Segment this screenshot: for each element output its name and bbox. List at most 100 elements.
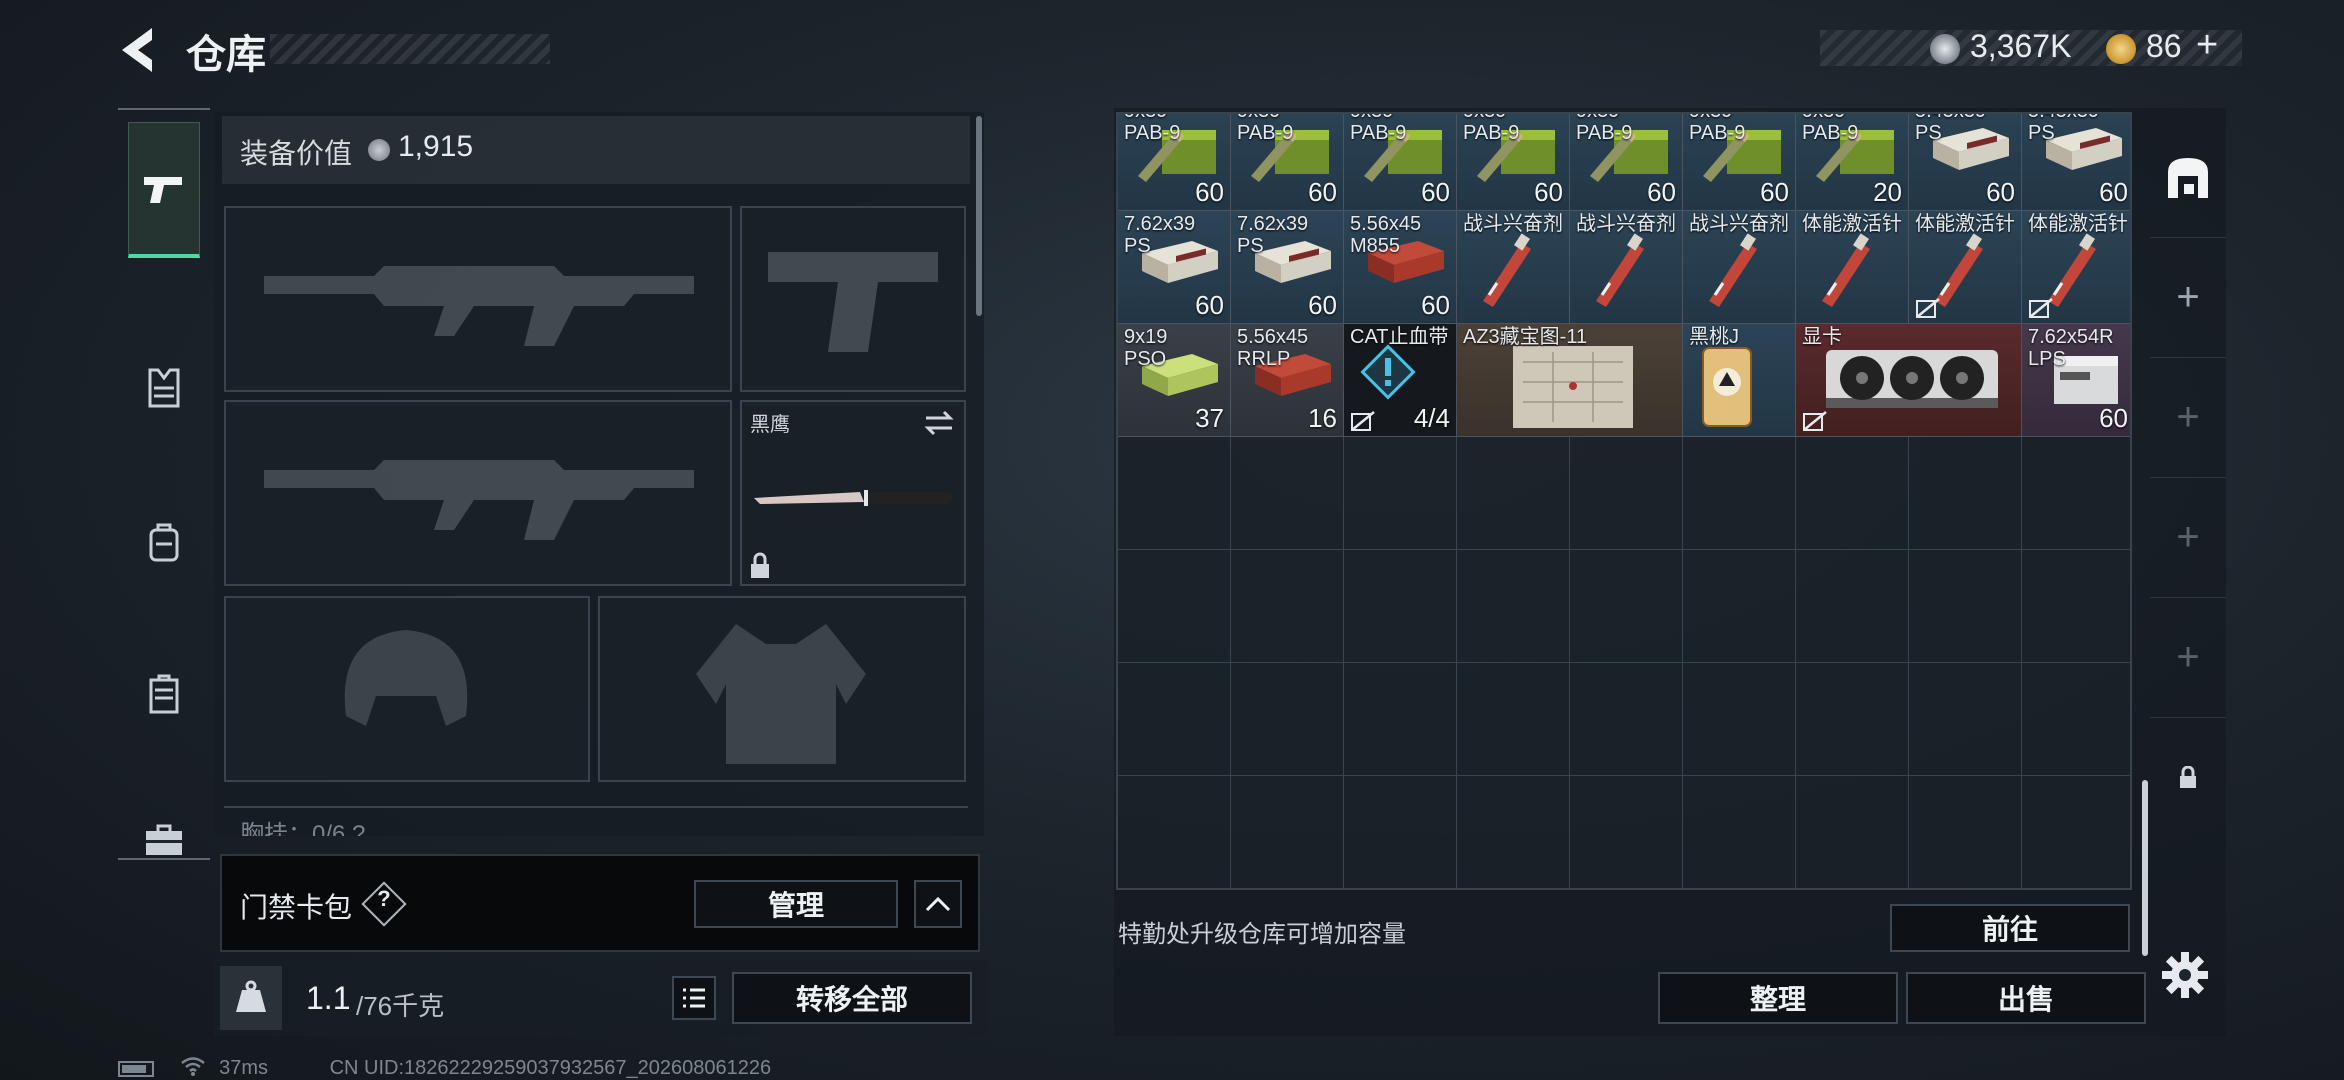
item-name: 战斗兴奋剂 (1689, 213, 1789, 235)
grid-cell[interactable] (1457, 663, 1570, 776)
storage-item[interactable]: 7.62x39 PS 60 (1118, 211, 1231, 324)
grid-cell[interactable] (1796, 776, 1909, 888)
grid-cell[interactable] (1570, 663, 1683, 776)
storage-item[interactable]: 9x39 PAB-9 60 (1344, 114, 1457, 211)
grid-cell[interactable] (1683, 663, 1796, 776)
sell-button[interactable]: 出售 (1906, 972, 2146, 1024)
equipment-scrollbar[interactable] (976, 116, 982, 316)
grid-cell[interactable] (2022, 663, 2130, 776)
secondary-weapon-slot[interactable] (224, 400, 732, 586)
transfer-all-button[interactable]: 转移全部 (732, 972, 972, 1024)
grid-cell[interactable] (1118, 437, 1231, 550)
storage-scrollbar[interactable] (2142, 780, 2148, 956)
manage-button[interactable]: 管理 (694, 880, 898, 928)
backpack-tab[interactable] (118, 482, 210, 602)
storage-item[interactable]: 5.45x39 PS 60 (2022, 114, 2130, 211)
grid-cell[interactable] (1344, 550, 1457, 663)
storage-item[interactable]: 体能激活针 (2022, 211, 2130, 324)
storage-item[interactable]: CAT止血带 4/4 (1344, 324, 1457, 437)
grid-cell[interactable] (1231, 776, 1344, 888)
storage-item[interactable]: 5.45x39 PS 60 (1909, 114, 2022, 211)
uninsured-icon (1915, 297, 1941, 319)
grid-cell[interactable] (1796, 437, 1909, 550)
armor-tab[interactable] (118, 328, 210, 448)
grid-cell[interactable] (1231, 663, 1344, 776)
storage-item[interactable]: 9x39 PAB-9 20 (1796, 114, 1909, 211)
grid-cell[interactable] (1796, 663, 1909, 776)
add-currency-button[interactable]: + (2196, 24, 2218, 67)
warehouse-page-tab[interactable] (2150, 118, 2226, 238)
grid-cell[interactable] (1909, 663, 2022, 776)
add-page-button[interactable]: + (2150, 358, 2226, 478)
sort-button[interactable]: 整理 (1658, 972, 1898, 1024)
grid-cell[interactable] (1118, 663, 1231, 776)
storage-item[interactable]: 显卡 (1796, 324, 2022, 437)
storage-item[interactable]: 9x39 PAB-9 60 (1570, 114, 1683, 211)
pistol-slot[interactable] (740, 206, 966, 392)
toolbox-tab[interactable] (118, 780, 210, 900)
grid-cell[interactable] (1231, 550, 1344, 663)
collapse-button[interactable] (914, 880, 962, 928)
storage-item[interactable]: 战斗兴奋剂 (1683, 211, 1796, 324)
grid-cell[interactable] (1457, 550, 1570, 663)
grid-cell[interactable] (1570, 550, 1683, 663)
back-arrow-icon[interactable] (112, 22, 168, 78)
storage-item[interactable]: 黑桃J (1683, 324, 1796, 437)
grid-cell[interactable] (1796, 550, 1909, 663)
grid-cell[interactable] (1683, 550, 1796, 663)
armor-slot[interactable] (598, 596, 966, 782)
swap-icon[interactable] (922, 408, 956, 438)
container-tab[interactable] (118, 634, 210, 754)
grid-cell[interactable] (2022, 776, 2130, 888)
storage-item[interactable]: 9x39 PAB-9 60 (1118, 114, 1231, 211)
storage-item[interactable]: 战斗兴奋剂 (1457, 211, 1570, 324)
storage-grid[interactable]: 9x39 PAB-9609x39 PAB-9609x39 PAB-9609x39… (1116, 112, 2132, 890)
locked-page-tab[interactable] (2150, 718, 2226, 838)
grid-cell[interactable] (1570, 776, 1683, 888)
melee-slot[interactable]: 黑鹰 (740, 400, 966, 586)
grid-cell[interactable] (1457, 437, 1570, 550)
goto-button[interactable]: 前往 (1890, 904, 2130, 952)
grid-cell[interactable] (2022, 437, 2130, 550)
chest-rig-hint: 胸挂：0/6 ? (224, 806, 968, 836)
grid-cell[interactable] (1909, 550, 2022, 663)
storage-item[interactable]: 体能激活针 (1909, 211, 2022, 324)
storage-item[interactable]: 5.56x45 RRLP 16 (1231, 324, 1344, 437)
gear-icon[interactable] (2160, 950, 2210, 1000)
item-name: 战斗兴奋剂 (1576, 213, 1676, 235)
storage-item[interactable]: 7.62x39 PS 60 (1231, 211, 1344, 324)
add-page-button[interactable]: + (2150, 598, 2226, 718)
grid-cell[interactable] (1344, 437, 1457, 550)
weapons-tab[interactable] (128, 122, 200, 258)
storage-item[interactable]: 9x39 PAB-9 60 (1457, 114, 1570, 211)
list-view-button[interactable] (672, 976, 716, 1020)
uninsured-icon (2028, 297, 2054, 319)
grid-cell[interactable] (1344, 663, 1457, 776)
storage-item[interactable]: 7.62x54R LPS 60 (2022, 324, 2130, 437)
grid-cell[interactable] (1344, 776, 1457, 888)
item-count: 60 (1421, 177, 1450, 207)
grid-cell[interactable] (1118, 776, 1231, 888)
helmet-slot[interactable] (224, 596, 590, 782)
grid-cell[interactable] (1683, 776, 1796, 888)
storage-item[interactable]: 战斗兴奋剂 (1570, 211, 1683, 324)
grid-cell[interactable] (1118, 550, 1231, 663)
storage-item[interactable]: AZ3藏宝图-11 (1457, 324, 1683, 437)
primary-weapon-slot[interactable] (224, 206, 732, 392)
grid-cell[interactable] (2022, 550, 2130, 663)
storage-item[interactable]: 9x39 PAB-9 60 (1683, 114, 1796, 211)
storage-item[interactable]: 9x19 PSO 37 (1118, 324, 1231, 437)
injector-icon (1810, 229, 1880, 314)
grid-cell[interactable] (1909, 437, 2022, 550)
grid-cell[interactable] (1909, 776, 2022, 888)
grid-cell[interactable] (1457, 776, 1570, 888)
storage-item[interactable]: 9x39 PAB-9 60 (1231, 114, 1344, 211)
grid-cell[interactable] (1683, 437, 1796, 550)
add-page-button[interactable]: + (2150, 478, 2226, 598)
add-page-button[interactable]: + (2150, 238, 2226, 358)
storage-item[interactable]: 体能激活针 (1796, 211, 1909, 324)
user-uid: CN UID:1826222925903793​2567_20260806122… (329, 1057, 772, 1080)
grid-cell[interactable] (1570, 437, 1683, 550)
storage-item[interactable]: 5.56x45 M855 60 (1344, 211, 1457, 324)
grid-cell[interactable] (1231, 437, 1344, 550)
